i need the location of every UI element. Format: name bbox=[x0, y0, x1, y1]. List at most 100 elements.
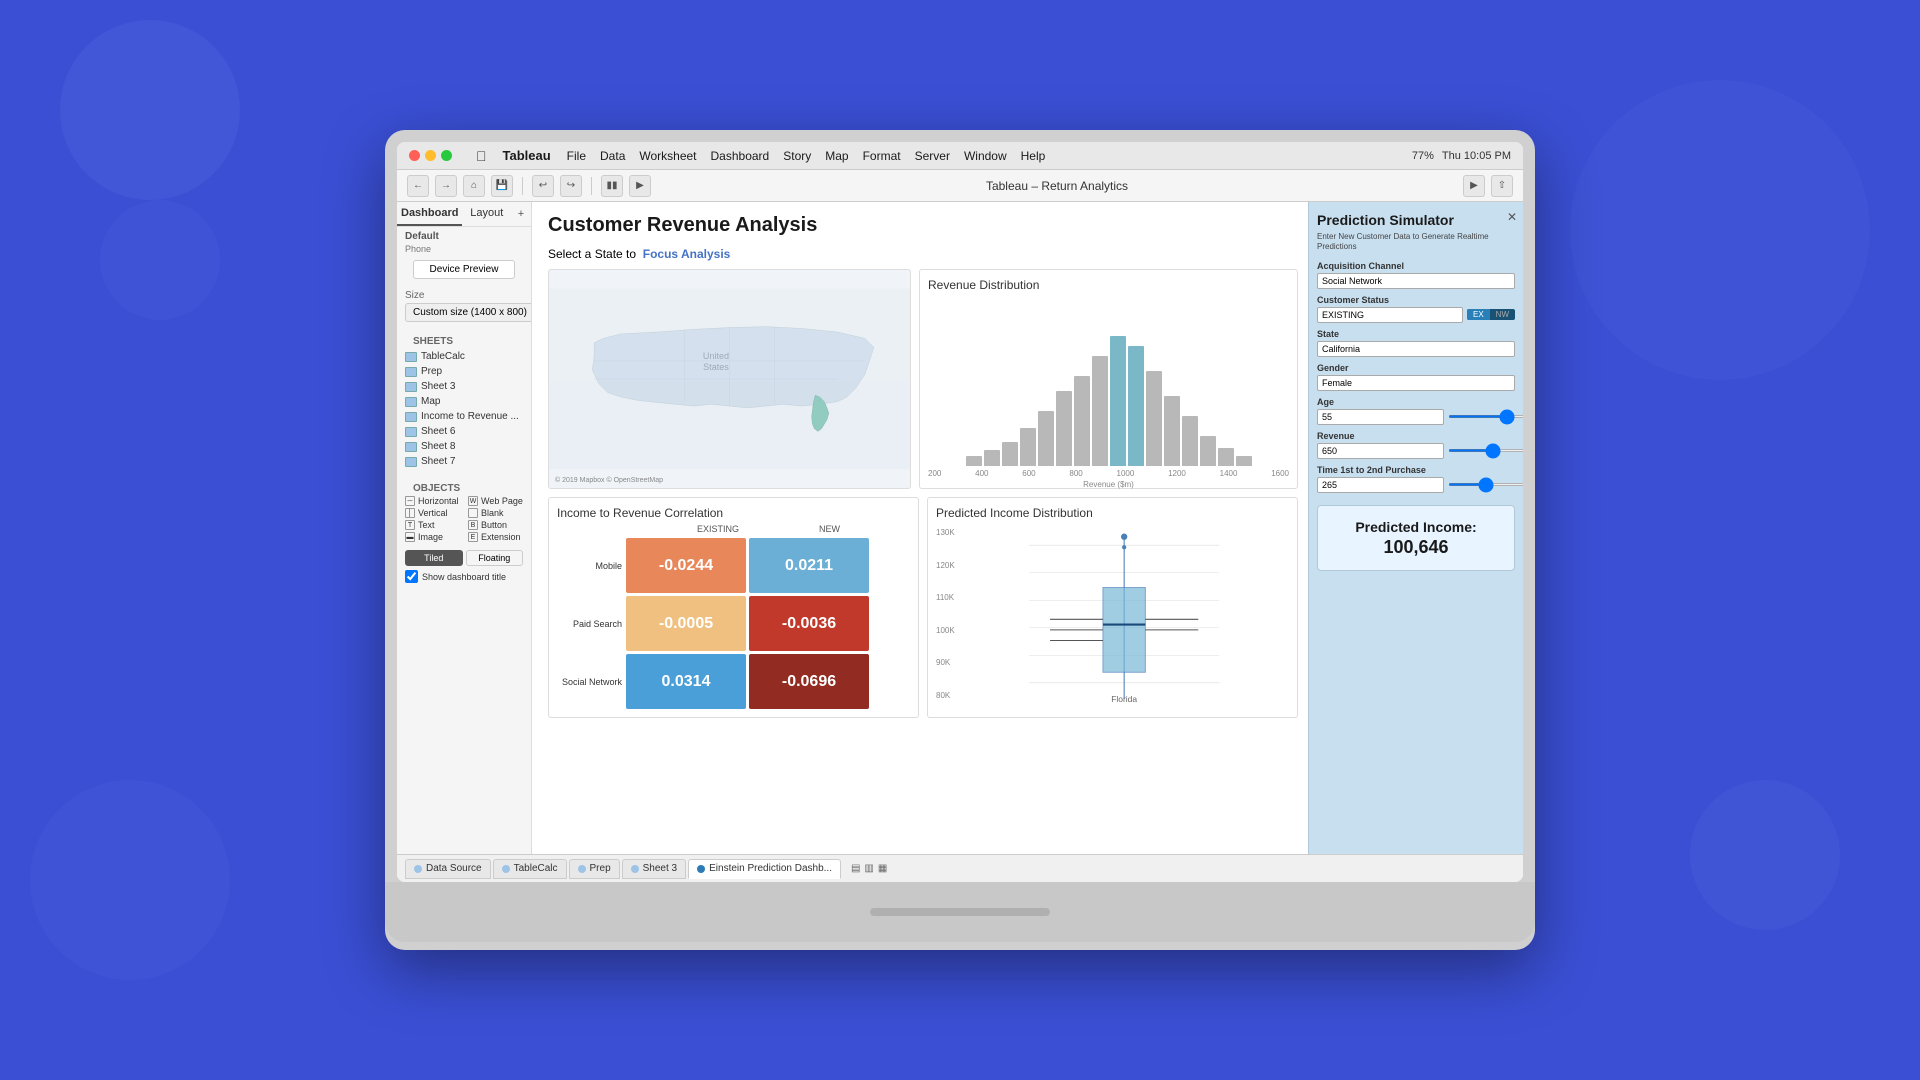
gender-select[interactable]: Female Male bbox=[1317, 375, 1515, 391]
show-title-checkbox[interactable] bbox=[405, 570, 418, 583]
run-button[interactable]: ▶ bbox=[629, 175, 651, 197]
revenue-input[interactable] bbox=[1317, 443, 1444, 459]
state-label: State bbox=[1317, 329, 1515, 339]
object-image[interactable]: ▬ Image bbox=[405, 532, 460, 542]
close-button[interactable] bbox=[409, 150, 420, 161]
apple-menu[interactable]:  bbox=[476, 148, 487, 164]
rev-bar-1 bbox=[966, 456, 982, 466]
customer-status-select[interactable]: EXISTING NEW bbox=[1317, 307, 1463, 323]
corr-cells-mobile: -0.0244 0.0211 bbox=[626, 538, 869, 593]
present-button[interactable]: ▶ bbox=[1463, 175, 1485, 197]
sheet-item-sheet8[interactable]: Sheet 8 bbox=[405, 439, 523, 454]
new-dashboard-icon[interactable]: ▥ bbox=[864, 863, 873, 874]
correlation-column-headers: EXISTING NEW bbox=[627, 524, 910, 534]
menu-file[interactable]: File bbox=[567, 149, 586, 163]
sidebar-size-section: Size Custom size (1400 x 800) ▼ bbox=[397, 286, 531, 326]
revenue-slider[interactable] bbox=[1448, 449, 1523, 452]
sheet-name: Map bbox=[421, 396, 440, 407]
device-preview-button[interactable]: Device Preview bbox=[413, 260, 515, 279]
sheet-icon bbox=[405, 382, 417, 392]
sheet-item-sheet7[interactable]: Sheet 7 bbox=[405, 454, 523, 469]
pause-button[interactable]: ▮▮ bbox=[601, 175, 623, 197]
prediction-panel-close[interactable]: ✕ bbox=[1507, 210, 1517, 224]
object-webpage[interactable]: W Web Page bbox=[468, 496, 523, 506]
pred-chart-area: Florida bbox=[959, 524, 1289, 704]
object-horizontal[interactable]: ─ Horizontal bbox=[405, 496, 460, 506]
sheet-item-income-to-revenue[interactable]: Income to Revenue ... bbox=[405, 409, 523, 424]
rev-bar-12 bbox=[1164, 396, 1180, 466]
toolbar-divider-2 bbox=[591, 177, 592, 195]
revenue-distribution-title: Revenue Distribution bbox=[928, 278, 1289, 292]
new-story-icon[interactable]: ▦ bbox=[878, 863, 887, 874]
redo-button[interactable]: ↪ bbox=[560, 175, 582, 197]
corr-label-mobile: Mobile bbox=[557, 561, 622, 571]
menu-worksheet[interactable]: Worksheet bbox=[639, 149, 696, 163]
sheet-item-map[interactable]: Map bbox=[405, 394, 523, 409]
home-button[interactable]: ⌂ bbox=[463, 175, 485, 197]
sheet-item-sheet6[interactable]: Sheet 6 bbox=[405, 424, 523, 439]
object-blank[interactable]: Blank bbox=[468, 508, 523, 518]
main-area: Dashboard Layout + Default Phone Device … bbox=[397, 202, 1523, 854]
tab-einstein[interactable]: Einstein Prediction Dashb... bbox=[688, 859, 841, 879]
time-input[interactable] bbox=[1317, 477, 1444, 493]
save-button[interactable]: 💾 bbox=[491, 175, 513, 197]
tab-layout[interactable]: Layout bbox=[462, 202, 511, 226]
tab-dot bbox=[578, 865, 586, 873]
menu-help[interactable]: Help bbox=[1021, 149, 1046, 163]
bg-decoration-2 bbox=[100, 200, 220, 320]
sidebar-add-button[interactable]: + bbox=[511, 202, 531, 226]
rev-bar-10 bbox=[1128, 346, 1144, 466]
objects-section: Objects ─ Horizontal W Web Page │ Vertic bbox=[397, 473, 531, 546]
maximize-button[interactable] bbox=[441, 150, 452, 161]
back-button[interactable]: ← bbox=[407, 175, 429, 197]
sheet-icon bbox=[405, 352, 417, 362]
sheet-icon bbox=[405, 397, 417, 407]
toggle-new[interactable]: NW bbox=[1490, 309, 1515, 320]
rev-bar-2 bbox=[984, 450, 1000, 466]
traffic-lights bbox=[409, 150, 452, 161]
tab-tablecalc[interactable]: TableCalc bbox=[493, 859, 567, 879]
new-sheet-icon[interactable]: ▤ bbox=[851, 863, 860, 874]
size-select[interactable]: Custom size (1400 x 800) bbox=[405, 303, 532, 322]
tab-data-source[interactable]: Data Source bbox=[405, 859, 491, 879]
revenue-input-row bbox=[1317, 443, 1515, 459]
forward-button[interactable]: → bbox=[435, 175, 457, 197]
acquisition-channel-select[interactable]: Social Network Mobile Paid Search bbox=[1317, 273, 1515, 289]
minimize-button[interactable] bbox=[425, 150, 436, 161]
time-slider[interactable] bbox=[1448, 483, 1523, 486]
menu-map[interactable]: Map bbox=[825, 149, 848, 163]
menu-server[interactable]: Server bbox=[915, 149, 950, 163]
menu-format[interactable]: Format bbox=[863, 149, 901, 163]
tab-sheet3[interactable]: Sheet 3 bbox=[622, 859, 686, 879]
menu-data[interactable]: Data bbox=[600, 149, 625, 163]
object-button[interactable]: B Button bbox=[468, 520, 523, 530]
tab-dashboard[interactable]: Dashboard bbox=[397, 202, 462, 226]
toggle-existing[interactable]: EX bbox=[1467, 309, 1490, 320]
sheet-item-sheet3[interactable]: Sheet 3 bbox=[405, 379, 523, 394]
menu-story[interactable]: Story bbox=[783, 149, 811, 163]
vertical-icon: │ bbox=[405, 508, 415, 518]
default-label: Default bbox=[405, 231, 523, 242]
floating-button[interactable]: Floating bbox=[466, 550, 524, 566]
revenue-distribution-panel: Revenue Distribution bbox=[919, 269, 1298, 489]
sheet-item-prep[interactable]: Prep bbox=[405, 364, 523, 379]
sheet-item-tablecalc[interactable]: TableCalc bbox=[405, 349, 523, 364]
app-name[interactable]: Tableau bbox=[503, 148, 551, 163]
focus-analysis-link[interactable]: Focus Analysis bbox=[643, 247, 731, 261]
share-button[interactable]: ⇧ bbox=[1491, 175, 1513, 197]
image-icon: ▬ bbox=[405, 532, 415, 542]
menu-dashboard[interactable]: Dashboard bbox=[711, 149, 770, 163]
object-extension[interactable]: E Extension bbox=[468, 532, 523, 542]
age-input[interactable] bbox=[1317, 409, 1444, 425]
object-text[interactable]: T Text bbox=[405, 520, 460, 530]
correlation-grid: Mobile -0.0244 0.0211 bbox=[557, 538, 910, 709]
tiled-button[interactable]: Tiled bbox=[405, 550, 463, 566]
undo-button[interactable]: ↩ bbox=[532, 175, 554, 197]
corr-cells-social: 0.0314 -0.0696 bbox=[626, 654, 869, 709]
menu-window[interactable]: Window bbox=[964, 149, 1007, 163]
tab-prep[interactable]: Prep bbox=[569, 859, 620, 879]
object-vertical[interactable]: │ Vertical bbox=[405, 508, 460, 518]
state-select[interactable]: California Florida New York Texas bbox=[1317, 341, 1515, 357]
age-slider[interactable] bbox=[1448, 415, 1523, 418]
pred-chart-svg: Florida bbox=[959, 524, 1289, 704]
